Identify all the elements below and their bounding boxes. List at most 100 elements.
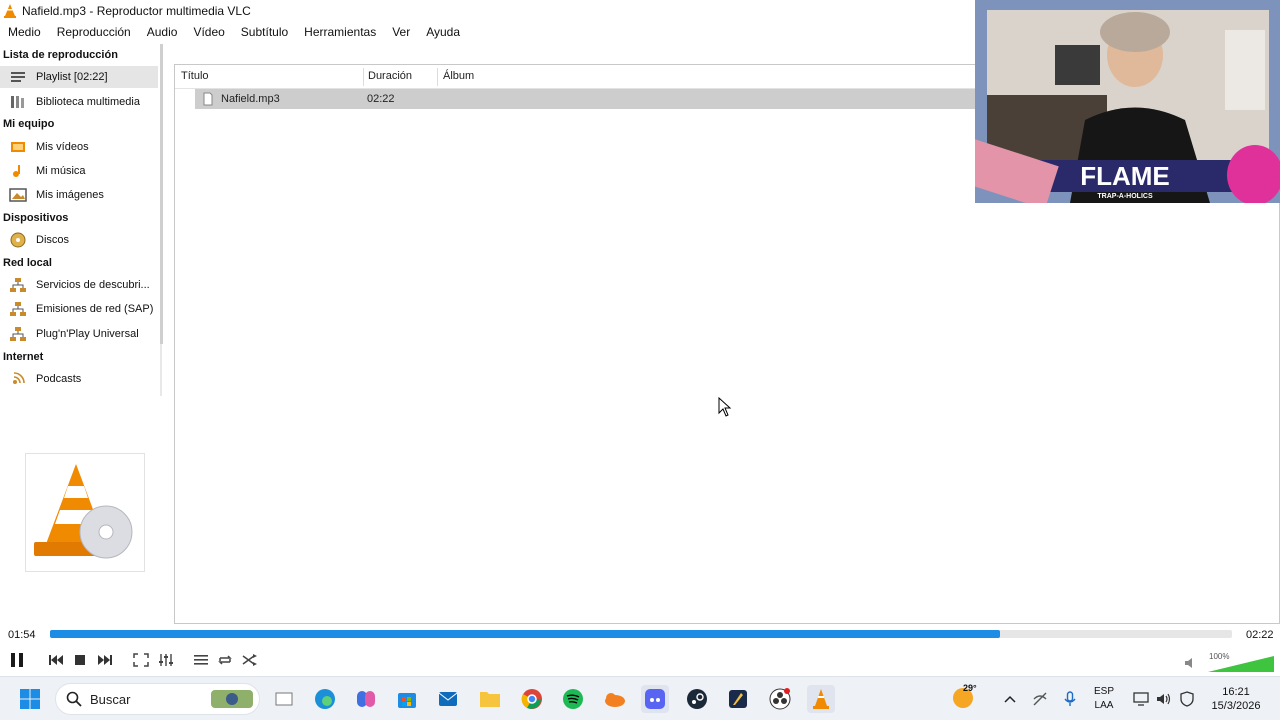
taskbar-copilot[interactable] [352,685,380,713]
sidebar-item-images[interactable]: Mis imágenes [0,184,158,206]
clock-time: 16:21 [1222,686,1250,698]
chevron-up-icon [1004,695,1016,703]
music-note-icon [8,163,28,179]
tray-language[interactable]: ESP LAA [1094,685,1114,713]
taskbar-store[interactable] [393,685,421,713]
library-icon [8,94,28,110]
extended-settings-button[interactable] [156,650,176,670]
sidebar-item-label: Biblioteca multimedia [36,96,140,108]
menu-audio[interactable]: Audio [139,22,186,42]
sidebar-item-label: Mis imágenes [36,189,104,201]
menu-medio[interactable]: Medio [0,22,49,42]
mute-button[interactable] [1182,656,1198,670]
sidebar-item-sap[interactable]: Emisiones de red (SAP) [0,298,158,320]
chrome-icon [521,689,542,709]
taskbar-discord[interactable] [641,685,669,713]
taskbar-search[interactable]: Buscar [55,683,260,715]
section-mycomputer: Mi equipo [3,118,55,130]
shuffle-button[interactable] [240,650,260,670]
taskbar-chrome[interactable] [518,685,546,713]
taskbar-steam[interactable] [683,685,711,713]
sidebar-item-library[interactable]: Biblioteca multimedia [0,91,158,113]
menu-video[interactable]: Vídeo [185,22,232,42]
taskbar-file-explorer[interactable] [476,685,504,713]
sidebar-item-discs[interactable]: Discos [0,229,158,251]
taskbar-vlc[interactable] [807,685,835,713]
tray-security[interactable] [1173,685,1201,713]
sidebar-item-upnp[interactable]: Plug'n'Play Universal [0,323,158,345]
sidebar-item-label: Emisiones de red (SAP) [36,303,154,315]
taskbar-edge[interactable] [311,685,339,713]
edge-browser-icon [315,689,335,709]
playlist-toggle-icon [194,655,208,665]
network-icon [8,277,28,293]
seek-bar[interactable] [50,630,1232,638]
language-code: ESP [1094,686,1115,697]
fullscreen-icon [133,653,149,667]
taskbar-cloud-app[interactable] [600,685,628,713]
menu-herramientas[interactable]: Herramientas [296,22,384,42]
weather-widget[interactable]: 29° [951,683,977,712]
fullscreen-button[interactable] [131,650,151,670]
sidebar-item-discovery[interactable]: Servicios de descubri... [0,274,158,296]
tray-microphone[interactable] [1056,685,1084,713]
windows-logo-icon [20,689,40,709]
column-duration[interactable]: Duración [368,70,412,82]
menu-reproduccion[interactable]: Reproducción [49,22,139,42]
taskbar-spotify[interactable] [559,685,587,713]
images-icon [8,187,28,203]
copilot-icon [357,691,375,707]
player-controls [0,648,1280,672]
microphone-icon [1064,691,1076,706]
pause-button[interactable] [7,650,27,670]
time-total: 02:22 [1246,629,1274,641]
row-title: Nafield.mp3 [221,93,280,105]
tray-overflow-button[interactable] [996,685,1024,713]
volume-level [1208,656,1274,672]
game-launcher-icon [729,690,747,708]
sidebar: Lista de reproducción Playlist [02:22] B… [0,44,162,396]
row-duration: 02:22 [367,93,395,105]
sidebar-item-label: Mis vídeos [36,141,89,153]
store-icon [398,693,416,708]
search-icon [66,691,82,707]
sidebar-item-label: Playlist [02:22] [36,71,108,83]
menu-ayuda[interactable]: Ayuda [418,22,468,42]
disc-icon [8,232,28,248]
sidebar-item-label: Servicios de descubri... [36,279,150,291]
sidebar-scrollbar[interactable] [160,44,163,344]
loop-button[interactable] [215,650,235,670]
taskbar-outlook[interactable] [434,685,462,713]
sidebar-item-music[interactable]: Mi música [0,160,158,182]
column-divider[interactable] [363,68,364,86]
menu-bar: Medio Reproducción Audio Vídeo Subtítulo… [0,22,975,42]
stop-button[interactable] [70,650,90,670]
volume-slider[interactable] [1206,655,1276,673]
column-title[interactable]: Título [181,70,209,82]
sidebar-item-label: Podcasts [36,373,82,385]
previous-button[interactable] [46,650,66,670]
sidebar-item-podcasts[interactable]: Podcasts [0,368,158,390]
taskbar-obs[interactable] [766,685,794,713]
column-divider[interactable] [437,68,438,86]
album-art [25,453,145,572]
taskbar-task-view[interactable] [270,685,298,713]
next-button[interactable] [95,650,115,670]
sidebar-item-label: Plug'n'Play Universal [36,328,139,340]
menu-subtitulo[interactable]: Subtítulo [233,22,296,42]
sidebar-item-playlist[interactable]: Playlist [02:22] [0,66,158,88]
repeat-icon [218,655,232,665]
column-album[interactable]: Álbum [443,70,474,82]
toggle-playlist-button[interactable] [191,650,211,670]
webcam-image: FLAME TRAP-A-HOLICS [975,0,1280,203]
steam-icon [687,689,707,709]
tray-network-off[interactable] [1026,685,1054,713]
start-button[interactable] [16,685,44,713]
taskbar-game-app[interactable] [724,685,752,713]
spotify-icon [563,689,583,709]
menu-ver[interactable]: Ver [384,22,418,42]
sidebar-item-videos[interactable]: Mis vídeos [0,136,158,158]
network-disconnected-icon [1033,692,1047,706]
tray-clock[interactable]: 16:21 15/3/2026 [1203,685,1269,713]
speaker-icon [1185,658,1192,668]
